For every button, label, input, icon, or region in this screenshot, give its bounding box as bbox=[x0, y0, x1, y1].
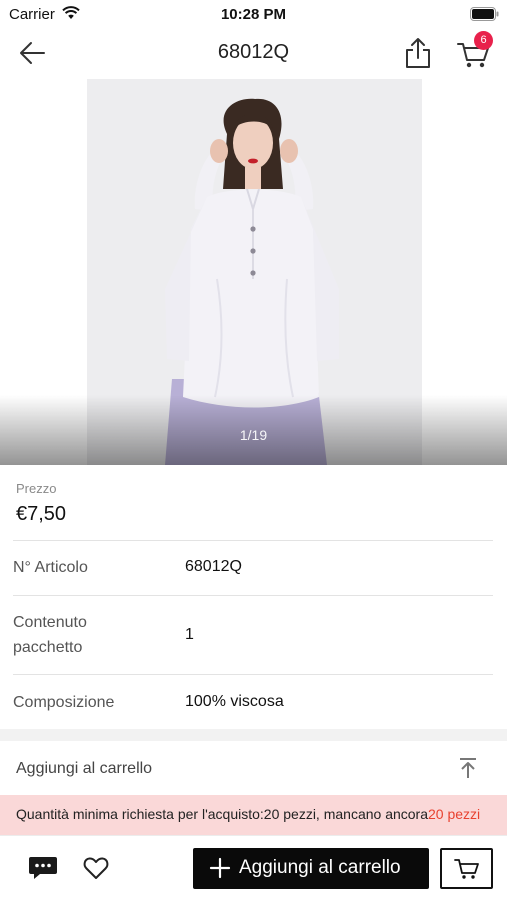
plus-icon bbox=[209, 857, 231, 879]
status-time: 10:28 PM bbox=[220, 6, 287, 23]
price-value: €7,50 bbox=[16, 503, 67, 525]
arrow-left-icon[interactable] bbox=[16, 38, 48, 68]
detail-value: 68012Q bbox=[185, 558, 242, 575]
chat-bubble-icon[interactable] bbox=[28, 855, 58, 881]
bottom-toolbar: Aggiungi al carrello bbox=[0, 835, 507, 900]
detail-label: Composizione bbox=[13, 694, 115, 711]
notice-message: Quantità minima richiesta per l'acquisto… bbox=[16, 806, 428, 822]
notice-highlight: 20 pezzi bbox=[428, 806, 481, 822]
minimum-order-notice: Quantità minima richiesta per l'acquisto… bbox=[0, 795, 507, 835]
section-separator bbox=[0, 729, 507, 741]
add-to-cart-label: Aggiungi al carrello bbox=[239, 857, 401, 878]
add-to-cart-button[interactable]: Aggiungi al carrello bbox=[193, 848, 429, 889]
gallery-page-indicator: 1/19 bbox=[239, 427, 268, 443]
share-icon[interactable] bbox=[402, 36, 434, 70]
add-to-cart-section: Aggiungi al carrello bbox=[0, 741, 507, 795]
detail-row-composition: Composizione 100% viscosa bbox=[0, 675, 507, 729]
cart-count-badge: 6 bbox=[474, 31, 493, 50]
product-gallery[interactable]: 1/19 bbox=[0, 79, 507, 465]
detail-row-article-number: N° Articolo 68012Q bbox=[0, 541, 507, 595]
detail-label: Contenuto pacchetto bbox=[13, 614, 87, 656]
add-to-cart-section-label: Aggiungi al carrello bbox=[16, 760, 153, 777]
detail-label: N° Articolo bbox=[13, 559, 88, 576]
notice-text: Quantità minima richiesta per l'acquisto… bbox=[16, 804, 486, 824]
status-bar: Carrier 10:28 PM bbox=[0, 0, 507, 28]
detail-value: 1 bbox=[185, 626, 194, 643]
scroll-to-top-icon[interactable] bbox=[456, 756, 480, 780]
view-cart-button[interactable] bbox=[440, 848, 493, 889]
shopping-cart-icon bbox=[454, 859, 479, 879]
heart-icon[interactable] bbox=[82, 854, 110, 882]
detail-value: 100% viscosa bbox=[185, 693, 284, 710]
price-label: Prezzo bbox=[16, 481, 57, 496]
navigation-bar: 68012Q bbox=[0, 28, 507, 78]
battery-icon bbox=[470, 7, 499, 21]
detail-row-package-content: Contenuto pacchetto 1 bbox=[0, 596, 507, 674]
price-section: Prezzo €7,50 bbox=[0, 465, 507, 540]
